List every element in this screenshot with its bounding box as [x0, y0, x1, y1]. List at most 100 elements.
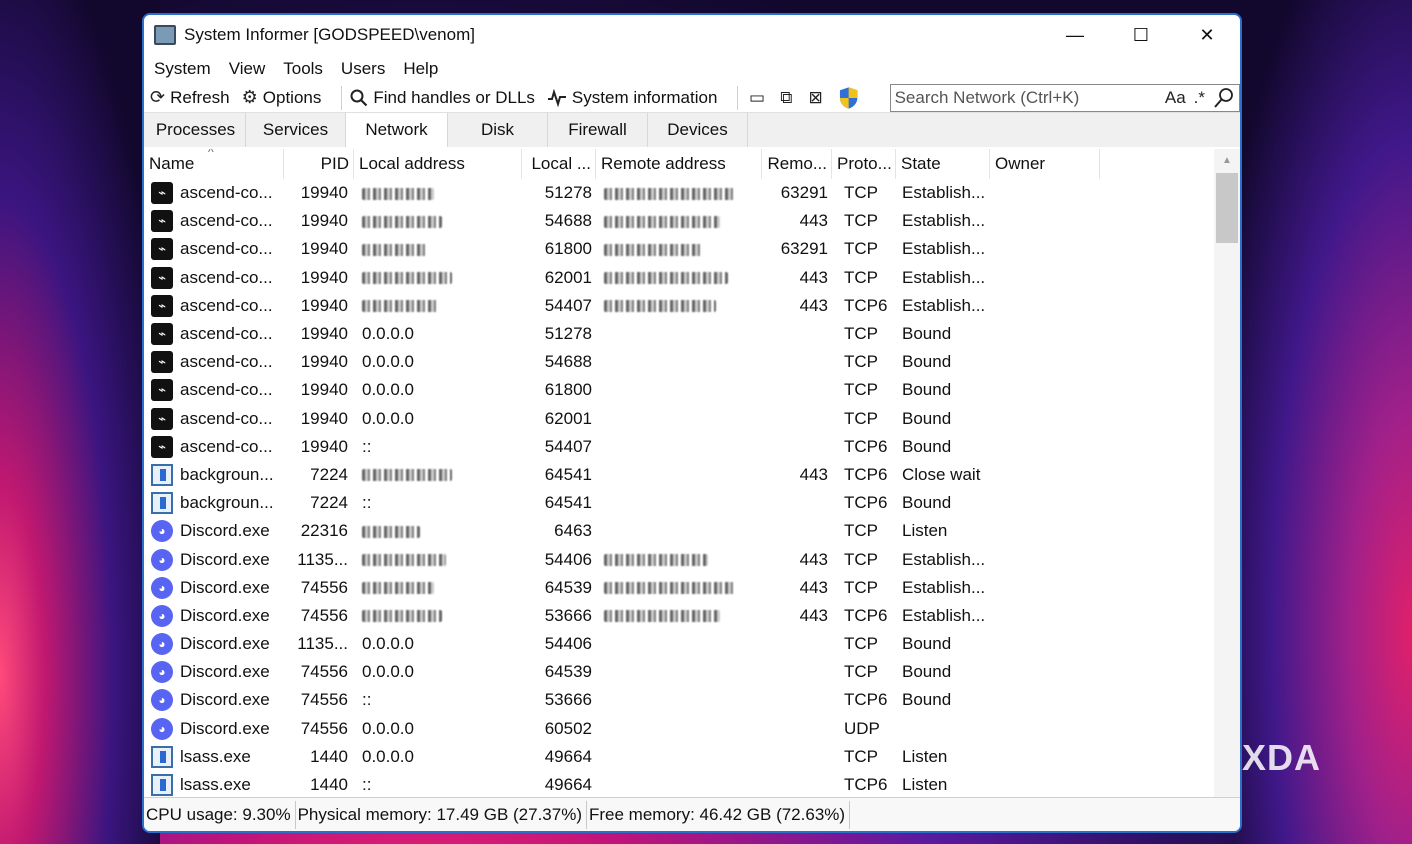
close-window-icon[interactable]: ⊠	[805, 87, 826, 109]
table-row[interactable]: ⌁ ascend-co... 19940 0.0.0.0 61800 TCP Bound	[144, 376, 1216, 404]
process-name: Discord.exe	[180, 577, 270, 597]
column-local-port[interactable]: Local ...	[522, 149, 596, 179]
state-cell: Close wait	[902, 464, 981, 484]
minimize-button[interactable]: —	[1042, 15, 1108, 55]
local-address-cell: ::	[362, 690, 372, 710]
table-row[interactable]: lsass.exe 1440 0.0.0.0 49664 TCP Listen	[144, 743, 1216, 771]
tab-firewall[interactable]: Firewall	[548, 113, 648, 147]
scroll-up-icon[interactable]: ▲	[1214, 149, 1240, 171]
menu-help[interactable]: Help	[401, 59, 448, 79]
find-handles-label: Find handles or DLLs	[373, 87, 535, 107]
vertical-scrollbar[interactable]: ▲	[1214, 149, 1240, 799]
tab-services[interactable]: Services	[246, 113, 346, 147]
menu-system[interactable]: System	[152, 59, 221, 79]
table-row[interactable]: ⌁ ascend-co... 19940 51278 63291 TCP Establish…	[144, 179, 1216, 207]
refresh-label: Refresh	[170, 87, 230, 107]
process-name-cell: backgroun...	[144, 463, 284, 486]
process-name-cell: ⌁ ascend-co...	[144, 379, 284, 402]
table-row[interactable]: ⌁ ascend-co... 19940 62001 443 TCP Establish..…	[144, 264, 1216, 292]
tab-processes[interactable]: Processes	[146, 113, 246, 147]
column-local-address[interactable]: Local address	[354, 149, 522, 179]
ascend-process-icon: ⌁	[151, 351, 173, 374]
state-cell: Establish...	[902, 183, 986, 203]
column-protocol[interactable]: Proto...	[832, 149, 896, 179]
local-address-cell	[354, 183, 522, 203]
table-row[interactable]: ⌁ ascend-co... 19940 61800 63291 TCP Establish…	[144, 235, 1216, 263]
find-handles-button[interactable]: Find handles or DLLs	[350, 88, 535, 108]
column-remote-address[interactable]: Remote address	[596, 149, 762, 179]
search-icon[interactable]	[1213, 87, 1235, 109]
menu-users[interactable]: Users	[339, 59, 395, 79]
scrollbar-thumb[interactable]	[1216, 173, 1238, 243]
app-icon	[154, 25, 176, 45]
column-owner[interactable]: Owner	[990, 149, 1100, 179]
table-row[interactable]: ◕ Discord.exe 74556:: 53666 TCP6 Bound	[144, 686, 1216, 714]
close-icon: ✕	[1199, 24, 1215, 45]
remote-address-cell	[596, 183, 762, 203]
ascend-process-icon: ⌁	[151, 323, 173, 346]
table-row[interactable]: ◕ Discord.exe 74556 0.0.0.0 64539 TCP Bound	[144, 658, 1216, 686]
status-bar: CPU usage: 9.30% Physical memory: 17.49 …	[144, 797, 1240, 831]
column-remote-port[interactable]: Remo...	[762, 149, 832, 179]
match-case-toggle[interactable]: Aa	[1165, 88, 1186, 108]
protocol-cell: TCP	[844, 183, 878, 203]
protocol-cell: TCP	[844, 577, 878, 597]
tab-disk[interactable]: Disk	[448, 113, 548, 147]
table-row[interactable]: ◕ Discord.exe 1135... 0.0.0.0 54406 TCP Bound	[144, 630, 1216, 658]
close-button[interactable]: ✕	[1174, 15, 1240, 55]
window-title: System Informer [GODSPEED\venom]	[184, 25, 475, 44]
table-row[interactable]: ⌁ ascend-co... 19940 0.0.0.0 54688 TCP Bound	[144, 348, 1216, 376]
local-address-cell: ::	[362, 436, 372, 456]
table-row[interactable]: ⌁ ascend-co... 19940 54688 443 TCP Establish..…	[144, 207, 1216, 235]
table-row[interactable]: ⌁ ascend-co... 19940 54407 443 TCP6 Establish.…	[144, 292, 1216, 320]
table-row[interactable]: lsass.exe 1440:: 49664 TCP6 Listen	[144, 771, 1216, 799]
protocol-cell: TCP	[844, 211, 878, 231]
menu-view[interactable]: View	[227, 59, 276, 79]
regex-toggle[interactable]: .*	[1194, 88, 1205, 108]
table-row[interactable]: ◕ Discord.exe 1135... 54406 443 TCP Establish.…	[144, 545, 1216, 573]
title-bar[interactable]: System Informer [GODSPEED\venom] — ☐ ✕	[144, 15, 1240, 55]
table-row[interactable]: ◕ Discord.exe 74556 0.0.0.0 60502 UDP	[144, 715, 1216, 743]
remote-address-cell	[596, 606, 762, 626]
local-port-cell: 53666	[544, 605, 592, 625]
window-icon[interactable]: ▭	[746, 87, 767, 109]
discord-process-icon: ◕	[151, 717, 173, 740]
local-port-cell: 64541	[544, 493, 592, 513]
menu-tools[interactable]: Tools	[281, 59, 333, 79]
options-button[interactable]: ⚙ Options	[242, 87, 322, 108]
column-state[interactable]: State	[896, 149, 990, 179]
protocol-cell: TCP6	[844, 464, 888, 484]
process-name-cell: lsass.exe	[144, 774, 284, 797]
uac-shield-icon[interactable]	[838, 86, 859, 110]
table-row[interactable]: ⌁ ascend-co... 19940 0.0.0.0 51278 TCP Bound	[144, 320, 1216, 348]
table-row[interactable]: backgroun... 7224:: 64541 TCP6 Bound	[144, 489, 1216, 517]
maximize-button[interactable]: ☐	[1108, 15, 1174, 55]
search-box: Aa .*	[889, 83, 1240, 112]
system-information-button[interactable]: System information	[547, 88, 717, 108]
search-input[interactable]	[890, 87, 1165, 108]
table-row[interactable]: ◕ Discord.exe 74556 64539 443 TCP Establish...	[144, 574, 1216, 602]
table-row[interactable]: ⌁ ascend-co... 19940 0.0.0.0 62001 TCP Bound	[144, 405, 1216, 433]
table-row[interactable]: ◕ Discord.exe 22316 6463 TCP Listen	[144, 517, 1216, 545]
local-address-cell	[354, 239, 522, 259]
windows-icon[interactable]: ⧉	[776, 87, 797, 109]
column-pid[interactable]: PID	[284, 149, 354, 179]
tab-devices[interactable]: Devices	[648, 113, 748, 147]
discord-process-icon: ◕	[151, 520, 173, 543]
column-name[interactable]: Name	[144, 149, 284, 179]
tab-network[interactable]: Network	[346, 113, 448, 147]
protocol-cell: TCP6	[844, 690, 888, 710]
local-port-cell: 61800	[544, 380, 592, 400]
table-row[interactable]: ◕ Discord.exe 74556 53666 443 TCP6 Establish..…	[144, 602, 1216, 630]
refresh-button[interactable]: ⟳ Refresh	[150, 87, 230, 108]
bg-process-icon	[151, 463, 173, 486]
redacted-address	[604, 554, 708, 567]
redacted-address	[362, 469, 452, 482]
state-cell: Bound	[902, 634, 952, 654]
table-row[interactable]: ⌁ ascend-co... 19940:: 54407 TCP6 Bound	[144, 433, 1216, 461]
state-cell: Bound	[902, 690, 952, 710]
local-port-cell: 62001	[544, 408, 592, 428]
remote-port-cell: 443	[799, 549, 828, 569]
process-name-cell: ⌁ ascend-co...	[144, 407, 284, 430]
table-row[interactable]: backgroun... 7224 64541 443 TCP6 Close wait	[144, 461, 1216, 489]
